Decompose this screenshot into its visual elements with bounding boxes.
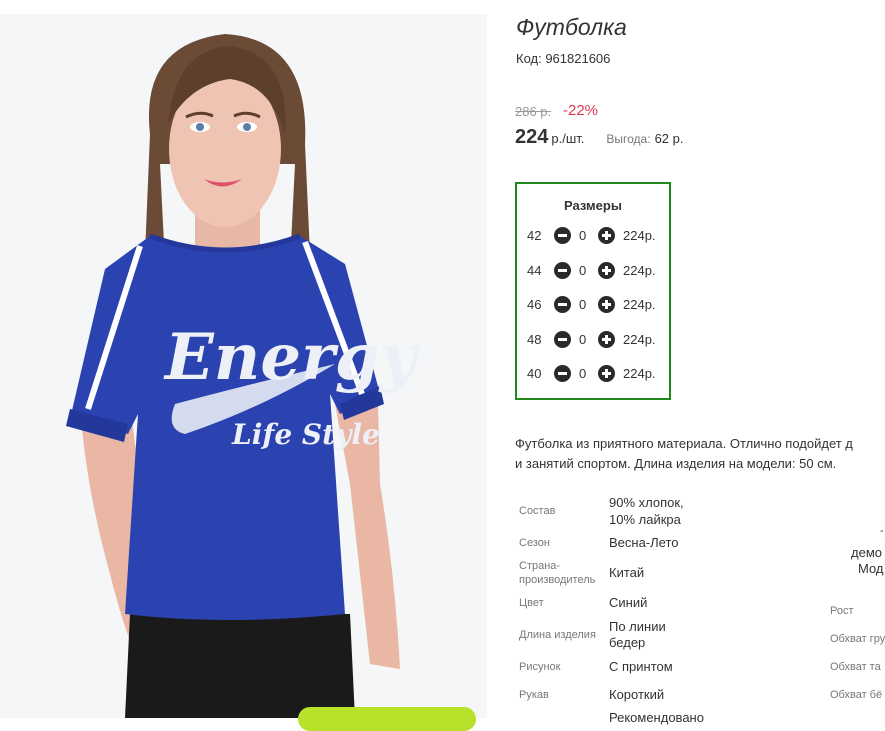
prop-value-length: По линии — [609, 619, 666, 634]
size-label: 46 — [527, 297, 542, 312]
size-qty: 0 — [579, 297, 587, 312]
plus-icon[interactable] — [598, 262, 615, 279]
size-qty: 0 — [579, 263, 587, 278]
product-code: Код: 961821606 — [516, 51, 611, 66]
discount-badge: -22% — [563, 102, 599, 119]
model-height-label: Рост — [830, 605, 854, 617]
prop-label-sleeve: Рукав — [519, 689, 549, 701]
size-label: 42 — [527, 228, 542, 243]
current-price: 224 — [515, 126, 549, 148]
model-demo-label: демо — [851, 545, 882, 560]
prop-label-length: Длина изделия — [519, 629, 596, 641]
prop-label-country: Страна- — [519, 560, 561, 572]
model-hips-label: Обхват бё — [830, 689, 883, 701]
size-label: 48 — [527, 332, 542, 347]
print-life-style: Life Style — [231, 418, 380, 451]
prop-label-pattern: Рисунок — [519, 661, 561, 673]
model-chest-label: Обхват гру — [830, 633, 885, 645]
size-price: 224р. — [623, 297, 656, 312]
prop-value-pattern: С принтом — [609, 659, 673, 674]
size-price: 224р. — [623, 366, 656, 381]
size-label: 40 — [527, 366, 542, 381]
size-row: 46 0 224р. — [517, 295, 669, 315]
saving-value: 62 р. — [654, 131, 684, 146]
size-row: 44 0 224р. — [517, 261, 669, 281]
size-qty: 0 — [579, 228, 587, 243]
price-unit: р./шт. — [551, 131, 585, 146]
prop-label-composition: Состав — [519, 505, 556, 517]
prop-value-composition: 10% лайкра — [609, 512, 681, 527]
size-price: 224р. — [623, 332, 656, 347]
size-qty: 0 — [579, 366, 587, 381]
prop-value-composition: 90% хлопок, — [609, 495, 684, 510]
prop-value-sleeve: Короткий — [609, 687, 665, 702]
model-dash: - — [880, 525, 884, 537]
product-photo[interactable]: Energy Life Style — [0, 14, 487, 718]
prop-value-length: бедер — [609, 635, 646, 650]
sizes-panel: Размеры 42 0 224р. 44 0 224р. 46 0 224р.… — [515, 182, 671, 400]
minus-icon[interactable] — [554, 331, 571, 348]
size-label: 44 — [527, 263, 542, 278]
buy-button[interactable] — [298, 707, 476, 731]
model-label: Мод — [858, 561, 884, 576]
size-row: 40 0 224р. — [517, 364, 669, 384]
prop-value-more: Рекомендовано — [609, 710, 704, 725]
prop-label-color: Цвет — [519, 597, 544, 609]
prop-value-season: Весна-Лето — [609, 535, 679, 550]
plus-icon[interactable] — [598, 365, 615, 382]
plus-icon[interactable] — [598, 296, 615, 313]
model-waist-label: Обхват та — [830, 661, 881, 673]
prop-value-color: Синий — [609, 595, 648, 610]
size-row: 48 0 224р. — [517, 330, 669, 350]
size-row: 42 0 224р. — [517, 226, 669, 246]
price-row: 224 р./шт. Выгода: 62 р. — [515, 126, 683, 149]
saving-label: Выгода: — [606, 132, 651, 146]
description-line: Футболка из приятного материала. Отлично… — [515, 436, 853, 451]
prop-value-country: Китай — [609, 565, 645, 580]
prop-label-season: Сезон — [519, 537, 550, 549]
old-price: 286 р. — [515, 104, 552, 119]
minus-icon[interactable] — [554, 365, 571, 382]
minus-icon[interactable] — [554, 262, 571, 279]
sizes-title: Размеры — [564, 198, 622, 213]
product-title: Футболка — [516, 14, 627, 40]
size-price: 224р. — [623, 263, 656, 278]
prop-label-country: производитель — [519, 574, 596, 586]
minus-icon[interactable] — [554, 296, 571, 313]
description-line: и занятий спортом. Длина изделия на моде… — [515, 456, 837, 471]
print-energy: Energy — [163, 320, 421, 395]
size-price: 224р. — [623, 228, 656, 243]
plus-icon[interactable] — [598, 227, 615, 244]
product-description: Футболка из приятного материала. Отлично… — [515, 434, 885, 474]
plus-icon[interactable] — [598, 331, 615, 348]
size-qty: 0 — [579, 332, 587, 347]
minus-icon[interactable] — [554, 227, 571, 244]
